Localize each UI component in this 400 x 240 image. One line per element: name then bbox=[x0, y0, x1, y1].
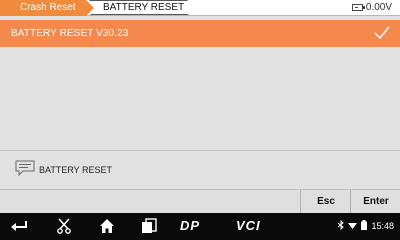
breadcrumb-label: Crash Reset bbox=[20, 2, 76, 13]
scissors-icon[interactable] bbox=[56, 218, 72, 234]
battery-status: 0.00V bbox=[351, 2, 392, 13]
status-area: 15:48 bbox=[338, 219, 394, 232]
vci-button[interactable]: VCI bbox=[236, 218, 261, 233]
battery-status-icon bbox=[361, 220, 368, 232]
esc-button[interactable]: Esc bbox=[300, 190, 351, 214]
breadcrumb-crash-reset[interactable]: Crash Reset bbox=[0, 0, 94, 16]
divider bbox=[0, 150, 400, 151]
battery-icon bbox=[351, 4, 365, 11]
breadcrumb-label: BATTERY RESET bbox=[103, 2, 185, 13]
action-bar: Esc Enter bbox=[0, 189, 400, 214]
recent-apps-icon[interactable] bbox=[141, 218, 157, 234]
home-icon[interactable] bbox=[99, 218, 115, 234]
message-text: BATTERY RESET bbox=[39, 165, 113, 175]
dp-button[interactable]: DP bbox=[180, 218, 200, 233]
menu-item-label: BATTERY RESET V30.23 bbox=[11, 28, 129, 39]
checkmark-icon bbox=[374, 26, 390, 40]
navigation-bar: DP VCI 15:48 bbox=[0, 213, 400, 240]
back-icon[interactable] bbox=[10, 218, 28, 234]
bluetooth-icon bbox=[338, 219, 345, 232]
top-bar: Crash Reset BATTERY RESET 0.00V bbox=[0, 0, 400, 16]
enter-button[interactable]: Enter bbox=[350, 190, 400, 214]
wifi-icon bbox=[348, 221, 358, 231]
message-icon bbox=[15, 160, 35, 176]
breadcrumb-battery-reset[interactable]: BATTERY RESET bbox=[89, 0, 195, 15]
clock-time: 15:48 bbox=[371, 221, 394, 231]
menu-item-battery-reset[interactable]: BATTERY RESET V30.23 bbox=[0, 20, 400, 47]
battery-voltage: 0.00V bbox=[365, 2, 392, 13]
